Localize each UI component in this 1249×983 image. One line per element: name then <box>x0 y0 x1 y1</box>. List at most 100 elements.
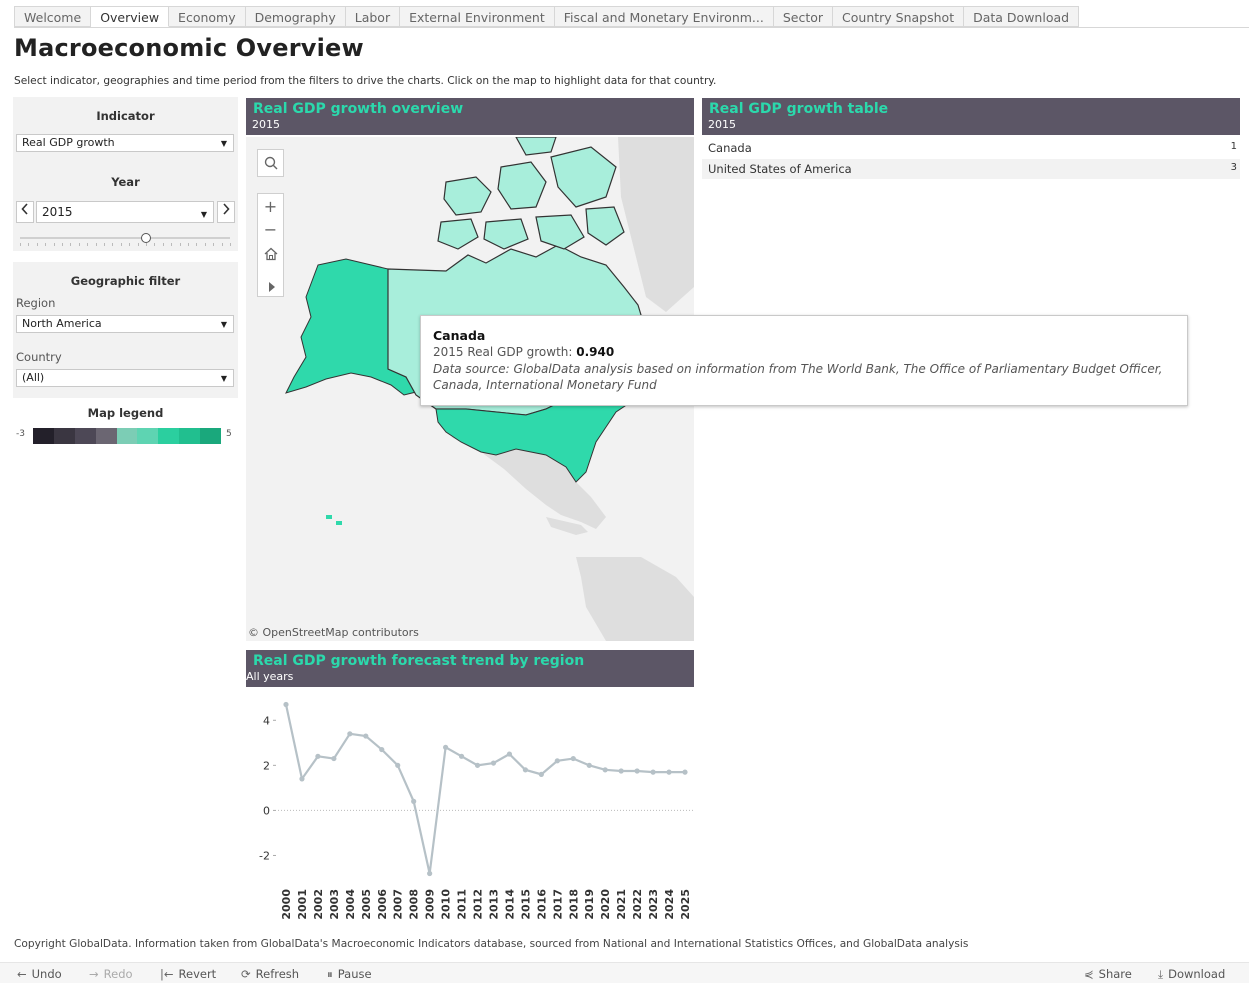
series-point <box>602 767 608 773</box>
refresh-button[interactable]: ⟳ Refresh <box>241 967 299 981</box>
table-row-country: United States of America <box>708 162 852 176</box>
tab-demography[interactable]: Demography <box>245 6 346 27</box>
tab-data-download[interactable]: Data Download <box>964 6 1080 27</box>
chevron-right-icon <box>223 203 230 215</box>
map-panel-subtitle: 2015 <box>252 118 280 131</box>
x-tick-label: 2012 <box>472 889 485 920</box>
canada-island-shape <box>535 214 585 250</box>
country-value: (All) <box>22 371 45 384</box>
tab-fiscal-monetary[interactable]: Fiscal and Monetary Environm... <box>554 6 774 27</box>
revert-button[interactable]: |← Revert <box>160 967 216 981</box>
table-row[interactable]: Canada 1 <box>702 138 1240 158</box>
year-value: 2015 <box>42 205 73 219</box>
tooltip-value-label: 2015 Real GDP growth: <box>433 345 573 359</box>
chevron-down-icon: ▼ <box>220 320 227 329</box>
slider-tick <box>154 243 156 246</box>
x-tick-label: 2004 <box>344 889 357 920</box>
slider-tick <box>20 243 21 246</box>
tab-labor[interactable]: Labor <box>345 6 401 27</box>
tab-divider <box>14 27 1249 28</box>
year-label: Year <box>111 175 140 189</box>
zoom-out-icon[interactable]: − <box>258 220 283 240</box>
series-point <box>379 746 385 753</box>
share-icon: ⋞ <box>1084 967 1094 981</box>
table-panel-title: Real GDP growth table <box>709 101 889 117</box>
zoom-in-icon[interactable]: + <box>258 197 283 217</box>
series-point <box>522 767 528 773</box>
tab-external-environment[interactable]: External Environment <box>400 6 555 27</box>
canada-island-shape <box>550 146 617 208</box>
series-point <box>395 762 401 768</box>
slider-tick <box>45 243 47 246</box>
table-row[interactable]: United States of America 3 <box>702 159 1240 179</box>
legend-swatch <box>137 428 159 444</box>
chevron-down-icon: ▼ <box>220 139 227 148</box>
slider-tick <box>53 243 55 246</box>
indicator-value: Real GDP growth <box>22 136 115 149</box>
year-slider-thumb[interactable] <box>141 233 151 243</box>
region-select[interactable]: North America ▼ <box>16 315 234 333</box>
trend-chart[interactable]: 420-22000 2001 2002 2003 2004 2005 2006 2007 200… <box>246 690 694 930</box>
x-tick-label: 2016 <box>535 889 548 920</box>
slider-tick <box>179 243 181 246</box>
series-point <box>618 768 624 774</box>
map-search-button[interactable] <box>257 149 284 177</box>
year-next-button[interactable] <box>217 201 235 223</box>
tooltip-value-line: 2015 Real GDP growth: 0.940 <box>433 345 614 359</box>
play-icon[interactable] <box>266 278 278 292</box>
download-button[interactable]: ⤓ Download <box>1158 967 1225 982</box>
map-legend-label: Map legend <box>87 406 164 420</box>
slider-tick <box>162 243 164 246</box>
pause-button[interactable]: ⏸ Pause <box>327 967 372 982</box>
pause-label: Pause <box>337 967 372 981</box>
indicator-select[interactable]: Real GDP growth ▼ <box>16 134 234 152</box>
share-label: Share <box>1098 967 1132 981</box>
series-point <box>427 870 433 877</box>
tab-overview[interactable]: Overview <box>91 6 170 27</box>
slider-tick <box>104 243 105 246</box>
share-button[interactable]: ⋞ Share <box>1084 967 1132 981</box>
x-tick-label: 2010 <box>440 889 453 920</box>
canada-island-shape <box>515 137 557 156</box>
series-point <box>490 760 497 766</box>
series-point <box>538 771 544 777</box>
redo-button[interactable]: → Redo <box>89 967 133 981</box>
table-panel-subtitle: 2015 <box>708 118 736 131</box>
page-subtitle: Select indicator, geographies and time p… <box>14 75 717 87</box>
map-legend-scale <box>33 428 222 444</box>
series-point <box>458 753 465 759</box>
trend-panel-header: Real GDP growth forecast trend by region… <box>246 650 694 687</box>
x-tick-label: 2019 <box>583 889 596 920</box>
series-point <box>570 755 576 762</box>
series-point <box>411 798 417 804</box>
year-slider-track[interactable] <box>20 237 230 239</box>
series-point <box>682 769 688 775</box>
revert-label: Revert <box>178 967 217 981</box>
tab-country-snapshot[interactable]: Country Snapshot <box>833 6 965 27</box>
y-tick-label: 4 <box>263 714 270 727</box>
canada-island-shape <box>585 206 625 246</box>
year-select[interactable]: 2015 ▼ <box>36 201 214 223</box>
tab-economy[interactable]: Economy <box>169 6 246 27</box>
tab-welcome[interactable]: Welcome <box>14 6 92 27</box>
undo-button[interactable]: ← Undo <box>17 967 62 981</box>
tab-sector[interactable]: Sector <box>773 6 834 27</box>
chevron-down-icon: ▼ <box>200 210 207 219</box>
x-tick-label: 2003 <box>328 889 341 920</box>
home-icon[interactable] <box>263 246 279 262</box>
legend-swatch <box>95 428 117 444</box>
country-select[interactable]: (All) ▼ <box>16 369 234 387</box>
series-point <box>331 755 337 762</box>
legend-swatch <box>33 428 54 444</box>
copyright-note: Copyright GlobalData. Information taken … <box>14 938 969 950</box>
series-point <box>315 753 321 759</box>
trend-panel-subtitle: All years <box>246 670 294 683</box>
country-label: Country <box>16 350 62 364</box>
region-label: Region <box>16 296 56 310</box>
refresh-icon: ⟳ <box>241 967 251 981</box>
slider-tick <box>221 243 223 246</box>
refresh-label: Refresh <box>255 967 300 981</box>
legend-swatch <box>158 428 180 444</box>
year-prev-button[interactable] <box>16 201 34 223</box>
redo-label: Redo <box>103 967 133 981</box>
